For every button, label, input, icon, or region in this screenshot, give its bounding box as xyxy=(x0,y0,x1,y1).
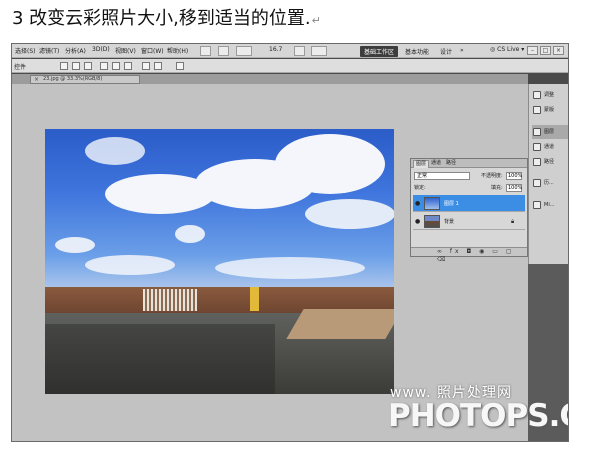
blend-mode-select[interactable]: 正常 xyxy=(414,172,470,180)
dock-label: 通道 xyxy=(544,144,555,150)
panel-dock: 调整 蒙版 图层 通道 路径 历... Mi... xyxy=(528,84,568,441)
opacity-label: 不透明度: xyxy=(481,173,503,179)
menu-item-window[interactable]: 窗口(W) xyxy=(141,46,164,55)
distribute-middle-icon[interactable] xyxy=(154,62,162,70)
menu-item-filter[interactable]: 滤镜(T) xyxy=(39,46,59,55)
dock-item-history[interactable]: 历... xyxy=(532,176,568,190)
layer-thumbnail xyxy=(424,215,440,228)
masks-icon xyxy=(533,106,541,114)
history-icon xyxy=(533,179,541,187)
screen-mode-icon[interactable] xyxy=(200,46,211,56)
extras-icon[interactable] xyxy=(218,46,229,56)
dock-item-paths[interactable]: 路径 xyxy=(532,155,568,169)
layers-panel: 图层 通道 路径 正常 不透明度: 100% 锁定: 填充: 100% ● 图层… xyxy=(410,158,528,263)
channels-icon xyxy=(533,143,541,151)
layers-icon xyxy=(533,128,541,136)
tab-paths[interactable]: 路径 xyxy=(444,160,458,168)
menu-item-select[interactable]: 选择(S) xyxy=(15,46,36,55)
eye-icon[interactable]: ● xyxy=(415,200,420,207)
steps-image xyxy=(286,309,394,339)
dock-label: 调整 xyxy=(544,92,555,98)
cs-live-label: CS Live xyxy=(497,46,520,53)
dock-label: 历... xyxy=(544,180,554,186)
layer-row-background[interactable]: ● 背景 🔒︎ xyxy=(413,213,525,230)
dock-label: 图层 xyxy=(544,129,555,135)
dock-label: 蒙版 xyxy=(544,107,555,113)
options-label: 控件 xyxy=(14,64,27,71)
fill-label: 填充: xyxy=(491,185,503,191)
layer-thumbnail xyxy=(424,197,440,210)
document-tab-bar: × 23.jpg @ 33.3%(RGB/8) xyxy=(12,74,528,84)
workspace-essentials-button[interactable]: 基础工作区 xyxy=(360,46,399,57)
eye-icon[interactable]: ● xyxy=(415,218,420,225)
workspace-basic-link[interactable]: 基本功能 xyxy=(405,47,429,56)
mini-bridge-icon xyxy=(533,201,541,209)
fill-input[interactable]: 100% xyxy=(506,184,522,192)
dock-item-layers[interactable]: 图层 xyxy=(532,125,568,139)
zoom-level[interactable]: 16.7 xyxy=(269,46,282,53)
align-middle-icon[interactable] xyxy=(72,62,80,70)
panel-dock-strip: 调整 蒙版 图层 通道 路径 历... Mi... xyxy=(528,84,568,264)
instruction-text: 3 改变云彩照片大小,移到适当的位置. xyxy=(12,8,311,29)
document-tab-title: 23.jpg @ 33.3%(RGB/8) xyxy=(43,76,103,82)
dock-item-adjustments[interactable]: 调整 xyxy=(532,88,568,102)
dock-item-channels[interactable]: 通道 xyxy=(532,140,568,154)
post-image xyxy=(250,287,259,311)
document-image[interactable] xyxy=(45,129,394,394)
layers-footer-icons[interactable]: ∞ fx ◘ ◉ ▭ ▢ ⌫ xyxy=(411,247,527,263)
shadow-image xyxy=(45,324,275,394)
close-tab-icon[interactable]: × xyxy=(34,76,39,83)
grid-icon[interactable] xyxy=(311,46,327,56)
auto-align-icon[interactable] xyxy=(176,62,184,70)
align-center-icon[interactable] xyxy=(112,62,120,70)
menu-item-help[interactable]: 帮助(H) xyxy=(167,46,188,55)
watermark-main: PHOTOPS.COM xyxy=(388,398,568,434)
menu-bar: 选择(S) 滤镜(T) 分析(A) 3D(D) 视图(V) 窗口(W) 帮助(H… xyxy=(12,44,568,58)
layer-name: 图层 1 xyxy=(444,201,459,207)
hand-tool-icon[interactable] xyxy=(294,46,305,56)
photoshop-window: 选择(S) 滤镜(T) 分析(A) 3D(D) 视图(V) 窗口(W) 帮助(H… xyxy=(11,43,569,442)
workspace-more-link[interactable]: » xyxy=(460,47,464,54)
layer-row-layer1[interactable]: ● 图层 1 xyxy=(413,195,525,212)
cs-live-button[interactable]: ◎ CS Live ▾ xyxy=(490,46,524,53)
fence-image xyxy=(143,289,197,311)
maximize-button[interactable]: □ xyxy=(540,46,551,55)
align-bottom-icon[interactable] xyxy=(84,62,92,70)
tab-layers[interactable]: 图层 xyxy=(413,160,430,168)
lock-icon: 🔒︎ xyxy=(511,218,515,225)
opacity-input[interactable]: 100% xyxy=(506,172,522,180)
menu-item-analysis[interactable]: 分析(A) xyxy=(65,46,86,55)
document-tab[interactable]: × 23.jpg @ 33.3%(RGB/8) xyxy=(30,75,140,84)
paths-icon xyxy=(533,158,541,166)
workspace-design-link[interactable]: 设计 xyxy=(440,47,452,56)
minimize-button[interactable]: – xyxy=(527,46,538,55)
instruction-heading: 3 改变云彩照片大小,移到适当的位置.↵ xyxy=(12,4,321,30)
return-mark: ↵ xyxy=(311,14,321,27)
tab-channels[interactable]: 通道 xyxy=(429,160,443,168)
layer-name: 背景 xyxy=(444,219,455,225)
align-top-icon[interactable] xyxy=(60,62,68,70)
close-button[interactable]: × xyxy=(553,46,564,55)
layers-panel-tabs: 图层 通道 路径 xyxy=(411,159,527,168)
distribute-top-icon[interactable] xyxy=(142,62,150,70)
align-right-icon[interactable] xyxy=(124,62,132,70)
arrange-icon[interactable] xyxy=(236,46,252,56)
align-left-icon[interactable] xyxy=(100,62,108,70)
dock-item-mini-bridge[interactable]: Mi... xyxy=(532,198,568,212)
dock-label: Mi... xyxy=(544,202,555,208)
dock-label: 路径 xyxy=(544,159,555,165)
menu-item-view[interactable]: 视图(V) xyxy=(115,46,136,55)
options-bar: 控件 xyxy=(12,59,568,73)
menu-item-3d[interactable]: 3D(D) xyxy=(92,46,110,53)
lock-label: 锁定: xyxy=(414,185,426,191)
adjustments-icon xyxy=(533,91,541,99)
dock-item-masks[interactable]: 蒙版 xyxy=(532,103,568,117)
